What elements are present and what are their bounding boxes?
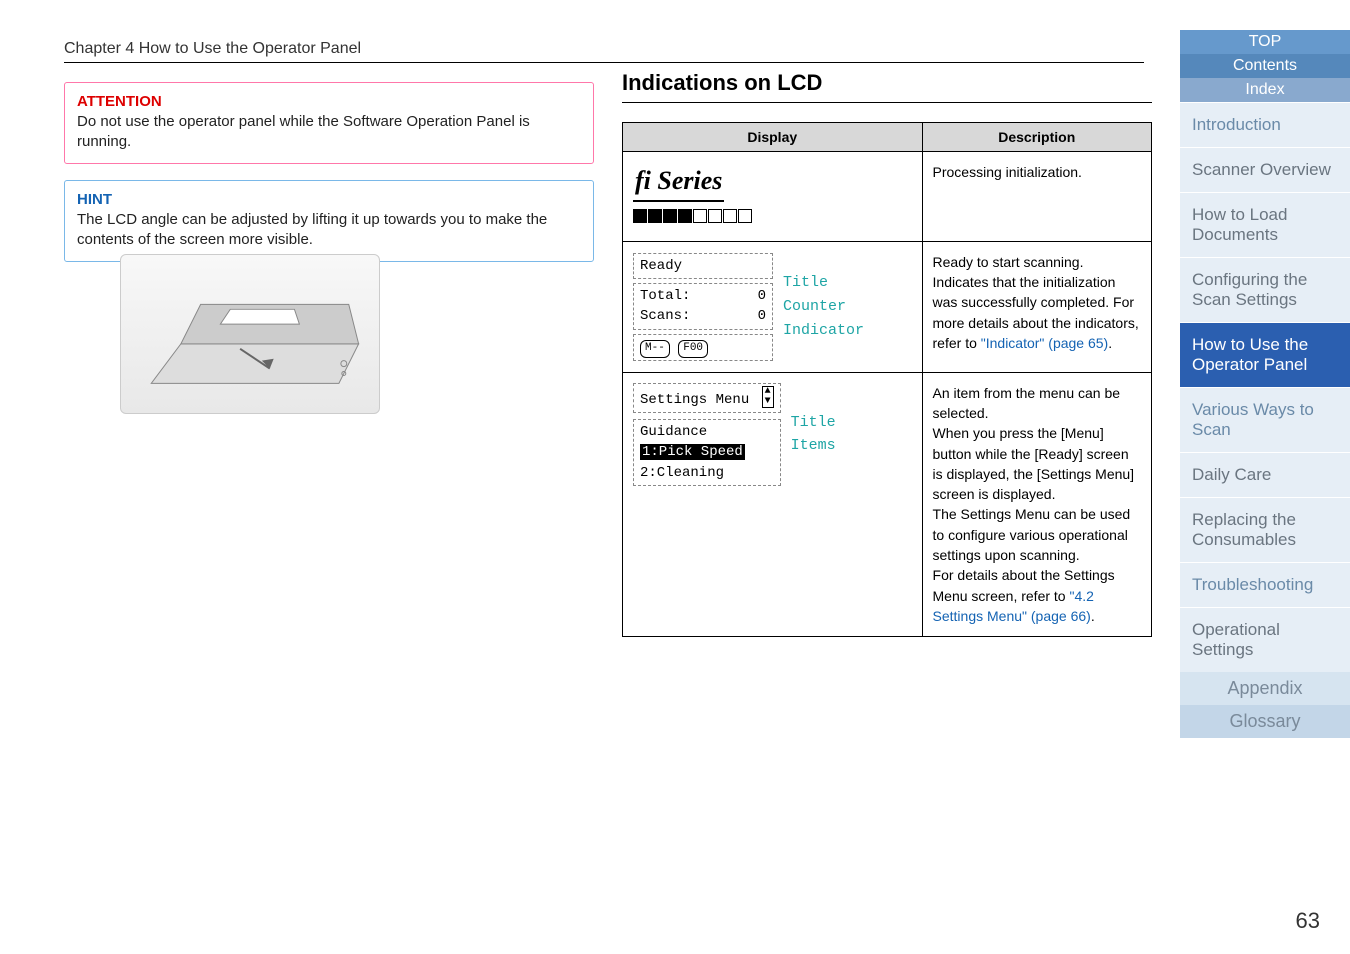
sidebar-item-troubleshooting[interactable]: Troubleshooting bbox=[1180, 562, 1350, 607]
desc-cell-init: Processing initialization. bbox=[922, 152, 1151, 242]
hint-title: HINT bbox=[77, 191, 581, 208]
attention-body: Do not use the operator panel while the … bbox=[77, 112, 581, 153]
desc-ready-after: . bbox=[1108, 335, 1112, 351]
page-number: 63 bbox=[1296, 908, 1320, 934]
nav-glossary[interactable]: Glossary bbox=[1180, 705, 1350, 738]
scanner-illustration bbox=[120, 254, 380, 414]
desc-cell-ready: Ready to start scanning. Indicates that … bbox=[922, 241, 1151, 372]
lcd-menu-title-text: Settings Menu bbox=[640, 392, 749, 408]
nav-index[interactable]: Index bbox=[1180, 78, 1350, 102]
sidebar-item-load-documents[interactable]: How to Load Documents bbox=[1180, 192, 1350, 257]
table-row: Ready Total: 0 Scans: 0 bbox=[623, 241, 1152, 372]
desc-cell-menu: An item from the menu can be selected. W… bbox=[922, 372, 1151, 637]
table-row: Settings Menu ▲▼ Guidance 1:Pick Speed 2… bbox=[623, 372, 1152, 637]
table-header-display: Display bbox=[623, 123, 923, 152]
lcd-menu-item-1: 1:Pick Speed bbox=[640, 444, 745, 460]
sidebar-item-scan-settings[interactable]: Configuring the Scan Settings bbox=[1180, 257, 1350, 322]
display-cell-ready: Ready Total: 0 Scans: 0 bbox=[623, 241, 923, 372]
lcd-menu-subtitle: Guidance bbox=[640, 422, 774, 442]
sidebar-item-various-ways[interactable]: Various Ways to Scan bbox=[1180, 387, 1350, 452]
sidebar-nav: TOP Contents Index Introduction Scanner … bbox=[1180, 30, 1350, 738]
nav-appendix[interactable]: Appendix bbox=[1180, 672, 1350, 705]
sidebar-item-operator-panel[interactable]: How to Use the Operator Panel bbox=[1180, 322, 1350, 387]
lcd-menu-items: Guidance 1:Pick Speed 2:Cleaning bbox=[633, 419, 781, 486]
sidebar-item-scanner-overview[interactable]: Scanner Overview bbox=[1180, 147, 1350, 192]
lcd-progress-bar bbox=[633, 208, 912, 231]
attention-title: ATTENTION bbox=[77, 93, 581, 110]
lcd-menu-title: Settings Menu ▲▼ bbox=[633, 383, 781, 413]
lcd-indicator-f: F00 bbox=[678, 340, 708, 358]
table-header-description: Description bbox=[922, 123, 1151, 152]
desc-menu-after: . bbox=[1091, 608, 1095, 624]
annot-indicator: Indicator bbox=[783, 320, 864, 342]
lcd-indications-table: Display Description fi Series Processing… bbox=[622, 122, 1152, 637]
lcd-ready-indicators: M-- F00 bbox=[633, 334, 773, 361]
nav-top[interactable]: TOP bbox=[1180, 30, 1350, 54]
annot-title: Title bbox=[791, 412, 836, 434]
attention-box: ATTENTION Do not use the operator panel … bbox=[64, 82, 594, 164]
annot-counter: Counter bbox=[783, 296, 864, 318]
desc-ready-link[interactable]: "Indicator" (page 65) bbox=[981, 335, 1108, 351]
lcd-total-value: 0 bbox=[758, 288, 766, 304]
sidebar-item-consumables[interactable]: Replacing the Consumables bbox=[1180, 497, 1350, 562]
lcd-ready-counters: Total: 0 Scans: 0 bbox=[633, 283, 773, 330]
lcd-scans-label: Scans: bbox=[640, 308, 690, 324]
lcd-menu-item-2: 2:Cleaning bbox=[640, 463, 774, 483]
display-cell-menu: Settings Menu ▲▼ Guidance 1:Pick Speed 2… bbox=[623, 372, 923, 637]
nav-contents[interactable]: Contents bbox=[1180, 54, 1350, 78]
annot-title: Title bbox=[783, 272, 864, 294]
sidebar-item-daily-care[interactable]: Daily Care bbox=[1180, 452, 1350, 497]
section-title: Indications on LCD bbox=[622, 70, 1152, 103]
table-row: fi Series Processing initialization. bbox=[623, 152, 1152, 242]
sidebar-item-introduction[interactable]: Introduction bbox=[1180, 102, 1350, 147]
lcd-logo-text: fi Series bbox=[633, 162, 724, 202]
chapter-header: Chapter 4 How to Use the Operator Panel bbox=[64, 40, 1144, 63]
updown-icon: ▲▼ bbox=[762, 386, 774, 408]
sidebar-item-operational-settings[interactable]: Operational Settings bbox=[1180, 607, 1350, 672]
annot-items: Items bbox=[791, 435, 836, 457]
lcd-scans-value: 0 bbox=[758, 308, 766, 324]
hint-box: HINT The LCD angle can be adjusted by li… bbox=[64, 180, 594, 262]
lcd-indicator-m: M-- bbox=[640, 340, 670, 358]
desc-menu-text: An item from the menu can be selected. W… bbox=[933, 385, 1135, 604]
lcd-total-label: Total: bbox=[640, 288, 690, 304]
lcd-ready-title: Ready bbox=[633, 253, 773, 279]
display-cell-init: fi Series bbox=[623, 152, 923, 242]
hint-body: The LCD angle can be adjusted by lifting… bbox=[77, 210, 581, 251]
